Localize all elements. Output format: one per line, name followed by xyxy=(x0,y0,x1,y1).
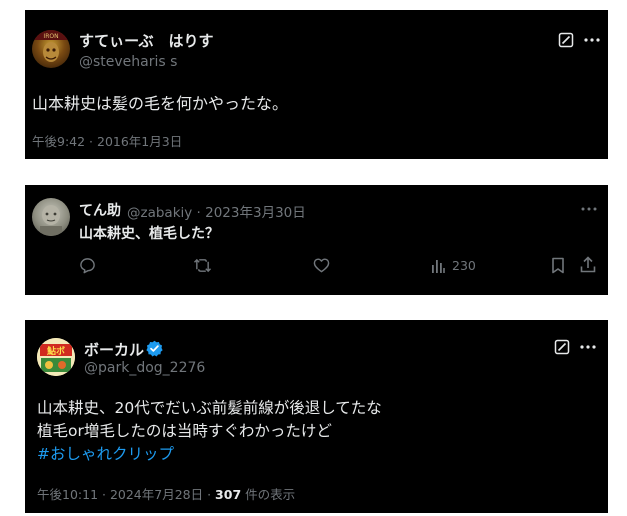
timestamp-views: 午後10:11 · 2024年7月28日 · 307 件の表示 xyxy=(37,484,295,503)
more-icon[interactable] xyxy=(580,345,596,349)
display-name[interactable]: ボーカル xyxy=(84,339,144,360)
verified-badge-icon xyxy=(146,340,163,357)
tweet-text-line-2: 植毛or増毛したのは当時すぐわかったけど xyxy=(37,422,332,440)
display-name[interactable]: すてぃーぶ はりす xyxy=(79,30,214,51)
share-icon[interactable] xyxy=(580,256,596,273)
views-icon[interactable] xyxy=(431,258,445,273)
tweet-card-3: 鮎ボ ボーカル @park_dog_2276 山本耕史、20代でだいぶ前髪前線が… xyxy=(25,320,608,513)
retweet-icon[interactable] xyxy=(193,257,212,274)
more-icon[interactable] xyxy=(584,38,600,42)
tweet-card-2: てん助 @zabakiy · 2023年3月30日 山本耕史、植毛した？ 230 xyxy=(25,185,608,295)
tweet-card-1: IRON すてぃーぶ はりす @steveharis s 山本耕史は髪の毛を何か… xyxy=(25,10,608,159)
username-date[interactable]: @zabakiy · 2023年3月30日 xyxy=(127,201,306,221)
username[interactable]: @steveharis s xyxy=(79,54,177,70)
more-icon[interactable] xyxy=(581,207,597,211)
tweet-text: 山本耕史、植毛した？ xyxy=(79,226,219,242)
like-icon[interactable] xyxy=(313,257,330,274)
reply-icon[interactable] xyxy=(79,257,96,274)
display-name[interactable]: てん助 xyxy=(79,200,121,220)
svg-text:鮎ボ: 鮎ボ xyxy=(47,345,65,357)
timestamp[interactable]: 午後10:11 · 2024年7月28日 · xyxy=(37,487,215,502)
bookmark-icon[interactable] xyxy=(551,257,565,274)
username[interactable]: @park_dog_2276 xyxy=(84,360,205,376)
grok-icon[interactable] xyxy=(558,32,574,48)
avatar[interactable]: IRON xyxy=(32,30,70,68)
timestamp[interactable]: 午後9:42 · 2016年1月3日 xyxy=(32,131,182,150)
svg-text:IRON: IRON xyxy=(43,33,58,40)
tweet-text-line-1: 山本耕史、20代でだいぶ前髪前線が後退してたな xyxy=(37,399,382,417)
view-count: 307 xyxy=(215,487,242,502)
view-count: 230 xyxy=(452,258,476,273)
avatar[interactable]: 鮎ボ xyxy=(37,338,75,376)
grok-icon[interactable] xyxy=(554,339,570,355)
hashtag-link[interactable]: #おしゃれクリップ xyxy=(37,442,174,464)
tweet-text: 山本耕史は髪の毛を何かやったな。 xyxy=(32,94,289,113)
avatar[interactable] xyxy=(32,198,70,236)
view-label: 件の表示 xyxy=(241,487,296,502)
